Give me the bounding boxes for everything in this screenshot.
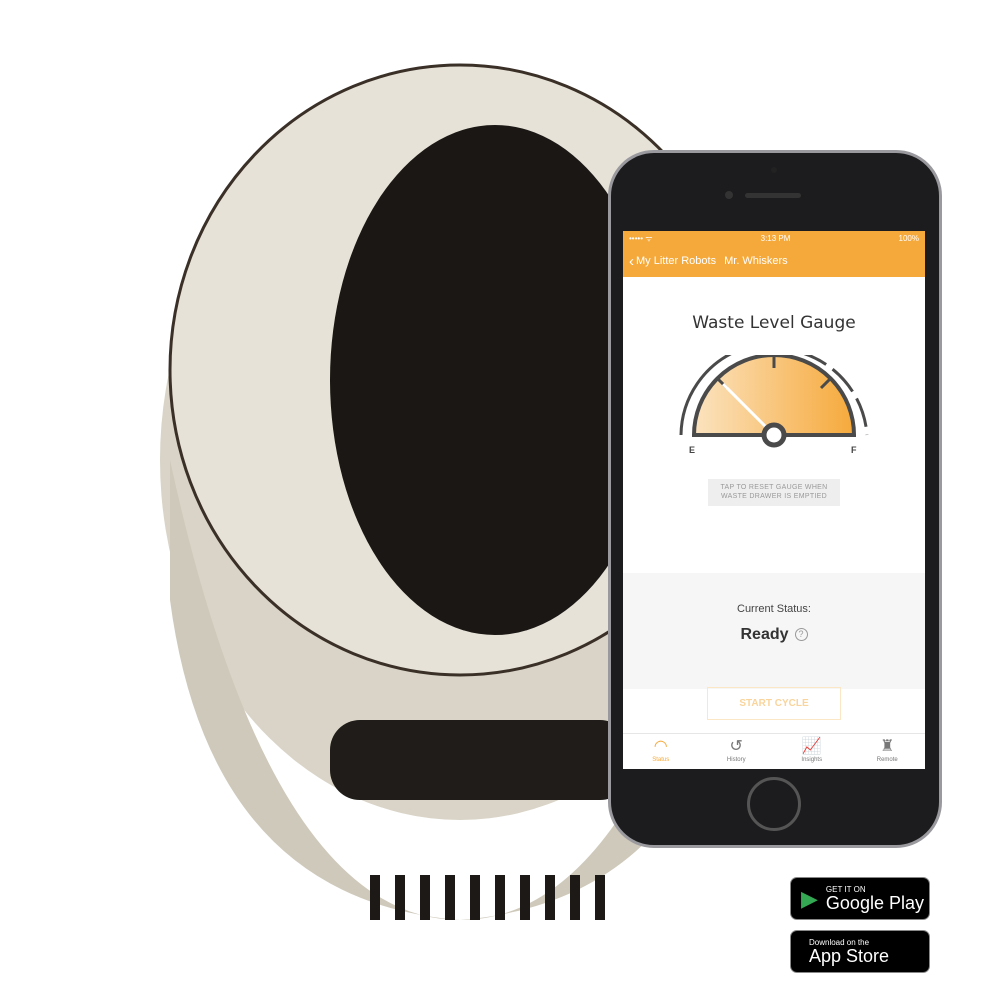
badge-big-text: Google Play: [825, 892, 924, 913]
home-button[interactable]: [747, 777, 801, 831]
app-store-badge[interactable]: Download on the App Store: [790, 930, 930, 973]
phone: ••••• ᯤ 3:13 PM 100% ‹ My Litter Robots …: [608, 150, 942, 848]
help-icon[interactable]: ?: [794, 628, 808, 642]
back-button[interactable]: My Litter Robots: [636, 255, 716, 267]
clock: 3:13 PM: [760, 233, 791, 243]
current-status-label: Current Status:: [737, 603, 811, 615]
tab-insights[interactable]: 📈 Insights: [774, 734, 850, 769]
proximity-sensor: [771, 167, 777, 173]
gauge-icon: ◠: [653, 738, 668, 755]
chart-icon: 📈: [801, 738, 822, 755]
chevron-left-icon[interactable]: ‹: [629, 253, 634, 270]
signal-indicator: ••••• ᯤ: [629, 233, 653, 243]
battery-indicator: 100%: [898, 233, 919, 243]
reset-gauge-hint[interactable]: TAP TO RESET GAUGE WHEN WASTE DRAWER IS …: [708, 479, 840, 506]
google-play-icon: ▶: [801, 885, 818, 911]
earpiece-speaker: [745, 193, 801, 198]
google-play-badge[interactable]: ▶ GET IT ON Google Play: [790, 877, 930, 920]
badge-big-text: App Store: [809, 945, 890, 966]
nav-bar: ‹ My Litter Robots Mr. Whiskers: [623, 245, 925, 277]
start-cycle-button[interactable]: START CYCLE: [707, 687, 841, 720]
tab-remote[interactable]: ♜ Remote: [850, 734, 926, 769]
tab-history[interactable]: ↺ History: [699, 734, 775, 769]
robot-name: Mr. Whiskers: [724, 255, 788, 267]
gauge-full-label: F: [851, 445, 857, 455]
tab-label: Remote: [876, 757, 898, 763]
waste-level-gauge[interactable]: E F: [679, 355, 869, 455]
app-screen: ••••• ᯤ 3:13 PM 100% ‹ My Litter Robots …: [623, 231, 925, 769]
gauge-empty-label: E: [689, 445, 695, 455]
status-value: Ready: [740, 626, 789, 643]
status-value-row: Ready?: [623, 626, 925, 644]
tab-status[interactable]: ◠ Status: [623, 734, 699, 769]
gauge-hub: [761, 422, 787, 448]
page-title: Waste Level Gauge: [692, 313, 856, 333]
front-camera: [725, 191, 733, 199]
tab-label: Insights: [801, 757, 823, 763]
history-icon: ↺: [729, 738, 743, 755]
remote-icon: ♜: [880, 738, 895, 755]
status-bar: ••••• ᯤ 3:13 PM 100%: [623, 231, 925, 245]
tab-label: Status: [652, 757, 670, 763]
tab-label: History: [726, 757, 746, 763]
tab-bar: ◠ Status ↺ History 📈 Insights ♜ Remote: [623, 733, 925, 769]
